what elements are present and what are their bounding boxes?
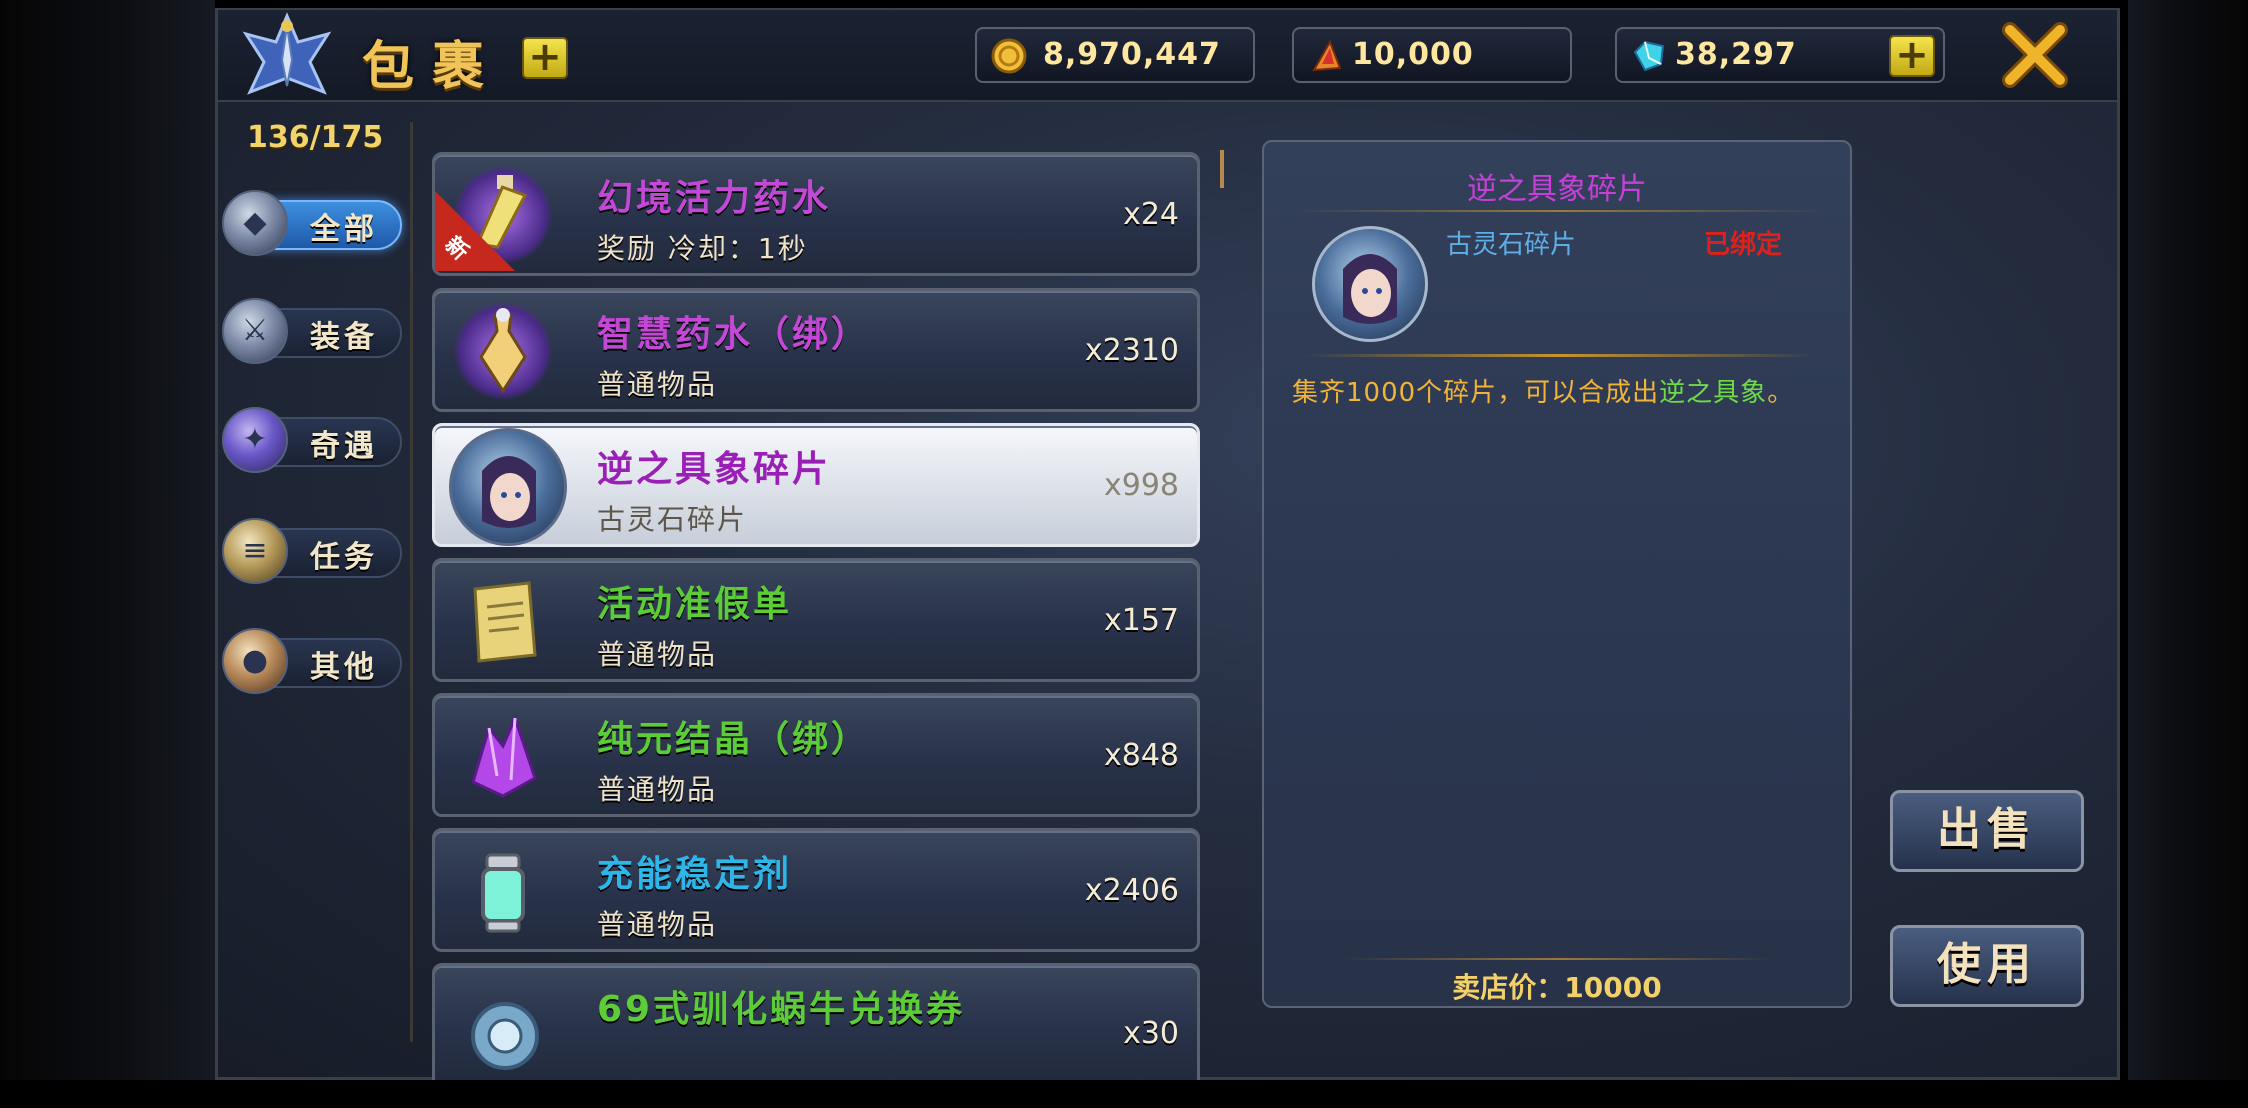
character-portrait-icon <box>449 428 567 546</box>
item-subtitle: 古灵石碎片 <box>597 503 748 536</box>
equipment-icon: ⚔ <box>222 298 288 364</box>
item-row-pure-crystal[interactable]: 纯元结晶（绑） 普通物品 x848 <box>432 693 1200 817</box>
gold-amount: 8,970,447 <box>1043 37 1221 72</box>
item-name: 幻境活力药水 <box>597 178 832 219</box>
item-quantity: x2310 <box>1084 333 1179 368</box>
item-detail-panel: 逆之具象碎片 古灵石碎片 已绑定 集齐1000个碎片，可以合成出逆之具象。 卖店… <box>1262 140 1852 1008</box>
all-items-icon: ◆ <box>222 190 288 256</box>
item-quantity: x24 <box>1123 197 1179 232</box>
detail-portrait-icon <box>1312 226 1428 342</box>
sell-price: 卖店价：10000 <box>1452 971 1662 1004</box>
item-name: 充能稳定剂 <box>597 854 793 895</box>
item-row-shard-selected[interactable]: 逆之具象碎片 古灵石碎片 x998 <box>432 423 1200 547</box>
item-row-vitality-potion[interactable]: 新 幻境活力药水 奖励 冷却：1秒 x24 <box>432 152 1200 276</box>
detail-description: 集齐1000个碎片，可以合成出逆之具象。 <box>1292 378 1795 408</box>
category-label: 任务 <box>310 540 378 575</box>
item-quantity: x157 <box>1103 603 1179 638</box>
crystal-amount: 10,000 <box>1352 37 1474 72</box>
item-name: 智慧药水（绑） <box>597 314 871 355</box>
item-name: 纯元结晶（绑） <box>597 719 871 760</box>
category-quest[interactable]: ≡ 任务 <box>222 518 402 584</box>
category-label: 奇遇 <box>310 429 378 464</box>
blue-gem-icon <box>1631 38 1667 74</box>
item-subtitle: 普通物品 <box>597 368 718 401</box>
add-gems-button[interactable]: + <box>1889 35 1935 77</box>
item-subtitle: 奖励 冷却：1秒 <box>597 232 808 265</box>
item-row-charge-stabilizer[interactable]: 充能稳定剂 普通物品 x2406 <box>432 828 1200 952</box>
item-row-leave-slip[interactable]: 活动准假单 普通物品 x157 <box>432 558 1200 682</box>
item-quantity: x848 <box>1103 738 1179 773</box>
category-adventure[interactable]: ✦ 奇遇 <box>222 407 402 473</box>
purple-crystal-icon <box>453 706 553 806</box>
category-all[interactable]: ◆ 全部 <box>222 190 402 256</box>
category-label: 其他 <box>310 650 378 685</box>
divider <box>1294 210 1824 212</box>
bag-emblem-icon <box>240 12 335 102</box>
crystal-display: 10,000 <box>1292 27 1572 83</box>
red-crystal-icon <box>1308 38 1344 74</box>
list-scrollbar[interactable] <box>1220 150 1224 188</box>
new-badge: 新 <box>435 191 515 271</box>
leave-scroll-icon <box>453 571 553 671</box>
category-equipment[interactable]: ⚔ 装备 <box>222 298 402 364</box>
category-other[interactable]: ● 其他 <box>222 628 402 694</box>
detail-subtitle: 古灵石碎片 <box>1446 230 1577 260</box>
snail-ticket-icon <box>453 976 553 1076</box>
item-row-wisdom-potion[interactable]: 智慧药水（绑） 普通物品 x2310 <box>432 288 1200 412</box>
item-subtitle: 普通物品 <box>597 908 718 941</box>
expand-bag-button[interactable]: + <box>522 37 568 79</box>
item-quantity: x2406 <box>1084 873 1179 908</box>
item-name: 活动准假单 <box>597 584 793 625</box>
misc-bag-icon: ● <box>222 628 288 694</box>
charge-canister-icon <box>453 841 553 941</box>
gold-coin-icon <box>991 38 1027 74</box>
sell-button[interactable]: 出售 <box>1890 790 2084 872</box>
item-name: 69式驯化蜗牛兑换券 <box>597 989 966 1030</box>
close-button[interactable] <box>2000 20 2070 90</box>
bound-status: 已绑定 <box>1704 230 1783 260</box>
right-backdrop <box>2128 0 2248 1080</box>
bag-capacity: 136/175 <box>247 120 384 155</box>
sidebar-divider <box>410 122 413 1042</box>
wisdom-potion-icon <box>453 301 553 401</box>
page-title: 包裹 <box>362 37 503 97</box>
left-backdrop <box>0 0 215 1080</box>
item-row-snail-ticket[interactable]: 69式驯化蜗牛兑换券 x30 <box>432 963 1200 1080</box>
detail-title: 逆之具象碎片 <box>1467 172 1647 207</box>
item-subtitle: 普通物品 <box>597 638 718 671</box>
divider <box>1344 958 1774 960</box>
gold-display: 8,970,447 <box>975 27 1255 83</box>
adventure-icon: ✦ <box>222 407 288 473</box>
item-name: 逆之具象碎片 <box>597 449 832 490</box>
gem-amount: 38,297 <box>1675 37 1797 72</box>
divider <box>1304 354 1814 357</box>
item-quantity: x30 <box>1123 1016 1179 1051</box>
category-label: 装备 <box>310 320 378 355</box>
quest-scroll-icon: ≡ <box>222 518 288 584</box>
item-subtitle: 普通物品 <box>597 773 718 806</box>
item-quantity: x998 <box>1103 468 1179 503</box>
close-icon <box>2002 22 2068 88</box>
category-label: 全部 <box>310 212 378 247</box>
use-button[interactable]: 使用 <box>1890 925 2084 1007</box>
